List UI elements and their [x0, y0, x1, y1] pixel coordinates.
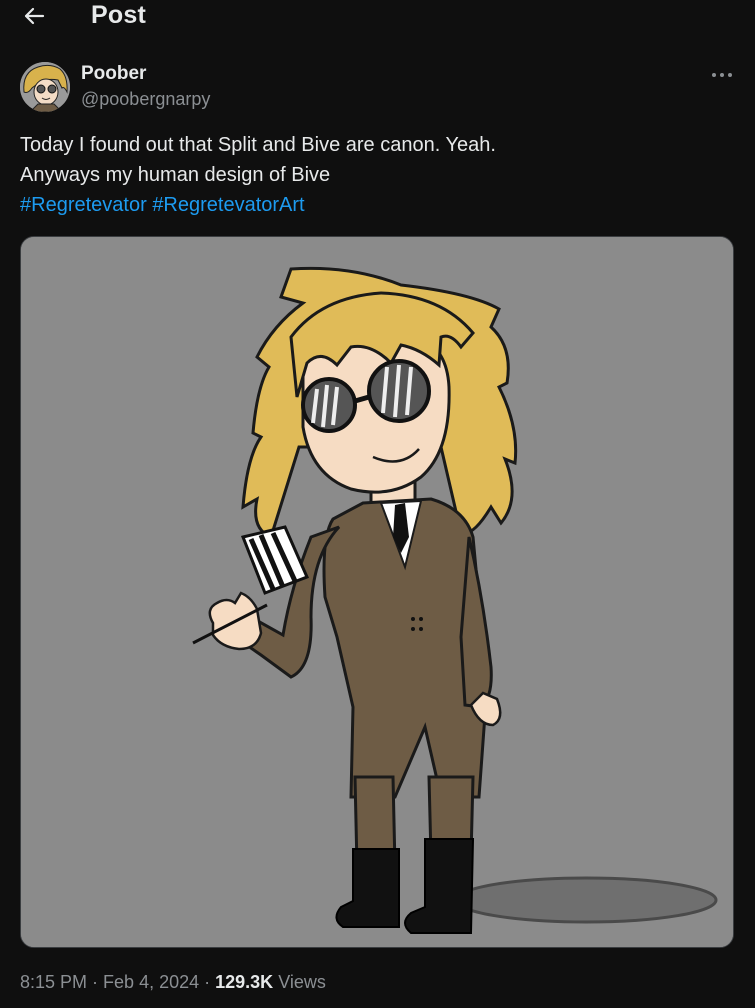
back-button[interactable]: [20, 0, 48, 32]
character-drawing: [21, 237, 733, 947]
more-horizontal-icon: [712, 73, 732, 77]
meta-separator: ·: [92, 972, 99, 992]
post-date[interactable]: Feb 4, 2024: [103, 972, 199, 992]
hashtag-line: #Regretevator #RegretevatorArt: [20, 190, 735, 220]
post-text-line: Anyways my human design of Bive: [20, 164, 331, 186]
post-header: Post: [0, 0, 755, 34]
meta-separator: ·: [204, 972, 211, 992]
hashtag-link-regretevator[interactable]: #Regretevator: [20, 194, 147, 216]
post-meta: 8:15 PM · Feb 4, 2024 · 129.3K Views: [20, 972, 326, 993]
author-display-name[interactable]: Poober: [81, 63, 146, 85]
author-handle[interactable]: @poobergnarpy: [81, 89, 210, 110]
avatar[interactable]: [20, 62, 70, 112]
more-options-button[interactable]: [709, 64, 735, 86]
page-title: Post: [91, 1, 146, 29]
post-time[interactable]: 8:15 PM: [20, 972, 87, 992]
post-text: Today I found out that Split and Bive ar…: [20, 130, 735, 220]
post-image[interactable]: [20, 236, 734, 948]
hashtag-link-regretevatorart[interactable]: #RegretevatorArt: [152, 194, 304, 216]
views-count: 129.3K: [215, 972, 274, 992]
author-row: Poober @poobergnarpy: [20, 60, 735, 116]
arrow-left-icon: [24, 7, 45, 25]
post-text-line: Today I found out that Split and Bive ar…: [20, 134, 496, 156]
views-label: Views: [278, 972, 326, 992]
